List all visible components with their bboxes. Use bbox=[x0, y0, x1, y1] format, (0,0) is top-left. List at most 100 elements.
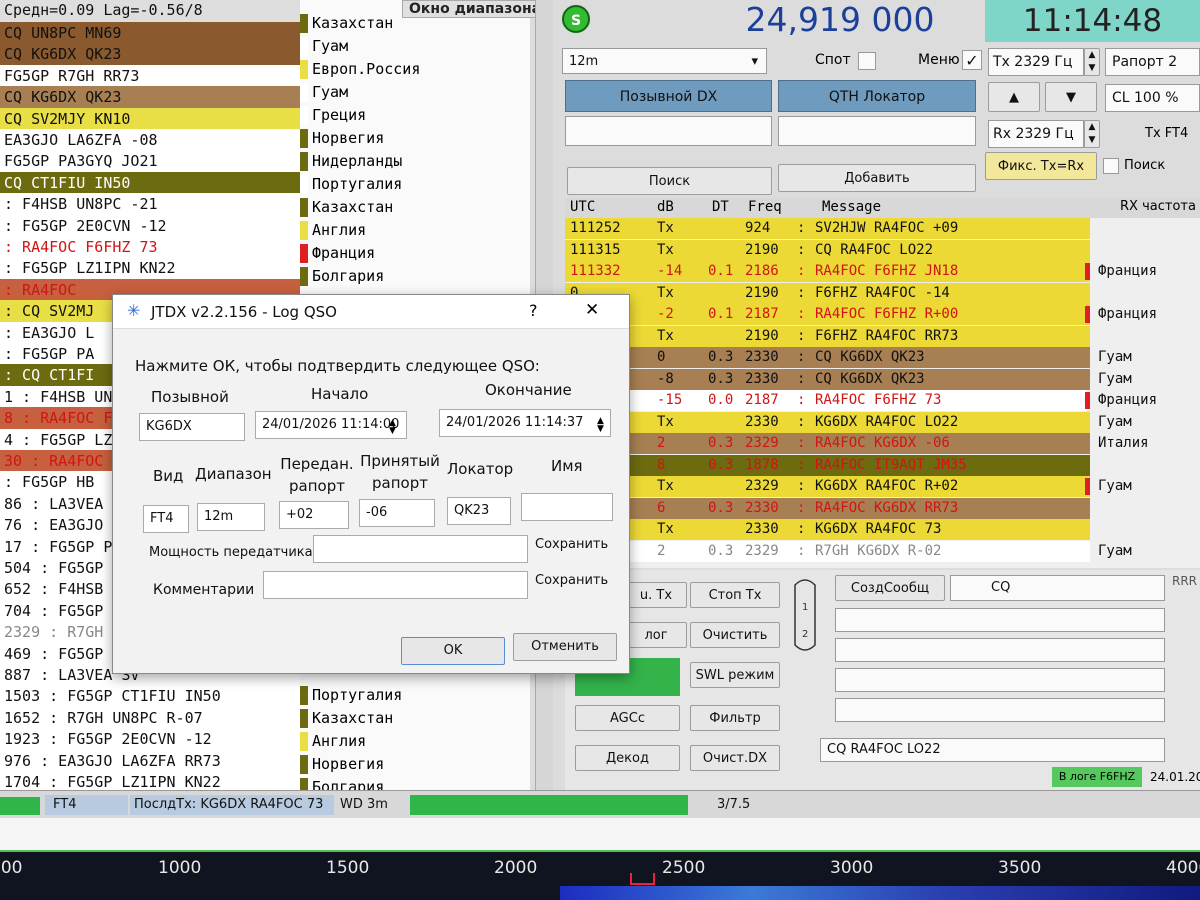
clear-button[interactable]: Очистить bbox=[690, 622, 780, 648]
add-button[interactable]: Добавить bbox=[778, 164, 976, 192]
search-button[interactable]: Поиск bbox=[567, 167, 772, 195]
tx-period-selector-icon[interactable]: 12 bbox=[790, 575, 820, 655]
status-led-icon[interactable]: S bbox=[562, 5, 590, 33]
tx2-message-field[interactable] bbox=[835, 638, 1165, 662]
tx-marker-icon[interactable] bbox=[630, 873, 655, 885]
start-datetime-input[interactable]: 24/01/2026 11:14:00 bbox=[255, 411, 407, 439]
spot-checkbox[interactable] bbox=[858, 52, 876, 70]
filter-button[interactable]: Фильтр bbox=[690, 705, 780, 731]
search-checkbox[interactable] bbox=[1103, 158, 1119, 174]
band-activity-row[interactable]: CQ SV2MJY KN10 bbox=[0, 107, 300, 130]
callsign-input[interactable]: KG6DX bbox=[139, 413, 245, 441]
band-activity-row[interactable]: CQ UN8PC MN69 bbox=[0, 22, 300, 44]
tx-frequency-spinbox[interactable]: Tx 2329 Гц bbox=[988, 48, 1084, 76]
rx-frequency-spinbox[interactable]: Rx 2329 Гц bbox=[988, 120, 1084, 148]
locator-input[interactable]: QK23 bbox=[447, 497, 511, 525]
dx-grid-input[interactable] bbox=[778, 116, 976, 146]
dialog-titlebar[interactable]: ✳ JTDX v2.2.156 - Log QSO ? ✕ bbox=[113, 295, 629, 329]
decode-row[interactable]: 720.32329R7GH KG6DX R-02: bbox=[565, 540, 1090, 562]
band-activity-row[interactable]: : FG5GP 2E0CVN -12 bbox=[0, 214, 300, 237]
log-qso-button[interactable]: лог bbox=[625, 622, 687, 648]
enable-tx-button[interactable]: u. Tx bbox=[625, 582, 687, 608]
band-activity-row[interactable]: EA3GJO LA6ZFA -08 bbox=[0, 129, 300, 151]
band-activity-row[interactable]: 1652 : R7GH UN8PC R-07 bbox=[0, 706, 300, 729]
band-activity-row[interactable]: : RA4FOC F6FHZ 73 bbox=[0, 236, 300, 258]
comments-input[interactable] bbox=[263, 571, 528, 599]
create-message-button[interactable]: СоздСообщ bbox=[835, 575, 945, 601]
decode-row[interactable]: 5Tx2190F6FHZ RA4FOC RR73: bbox=[565, 325, 1090, 347]
band-activity-row[interactable]: 1704 : FG5GP LZ1IPN KN22 bbox=[0, 771, 300, 790]
save-comments-button[interactable]: Сохранить bbox=[535, 573, 608, 588]
band-activity-row[interactable]: CQ KG6DX QK23 bbox=[0, 86, 300, 109]
agc-button[interactable]: AGCc bbox=[575, 705, 680, 731]
stop-tx-button[interactable]: Стоп Tx bbox=[690, 582, 780, 608]
received-report-input[interactable]: -06 bbox=[359, 499, 435, 527]
tx6-message-field[interactable]: CQ bbox=[950, 575, 1165, 601]
decode-row[interactable]: 260.32330RA4FOC KG6DX RR73: bbox=[565, 497, 1090, 519]
decode-row[interactable]: 2-150.02187RA4FOC F6FHZ 73: bbox=[565, 390, 1090, 411]
country-name: Англия bbox=[312, 732, 367, 750]
up-arrow-button[interactable]: ▲ bbox=[988, 82, 1040, 112]
callsign-dx-button[interactable]: Позывной DX bbox=[565, 80, 772, 112]
band-select[interactable]: 12m ▾ bbox=[562, 48, 767, 74]
utc-column-header: UTC bbox=[570, 199, 596, 215]
decode-row[interactable]: 0Tx2330KG6DX RA4FOC LO22: bbox=[565, 411, 1090, 433]
band-activity-row[interactable]: CQ CT1FIU IN50 bbox=[0, 171, 300, 194]
country-color-bar bbox=[300, 221, 308, 240]
decode-row[interactable]: 111332 -14 0.1 2186 RA4FOC F6FHZ JN18: bbox=[565, 261, 1090, 282]
band-activity-row[interactable]: CQ KG6DX QK23 bbox=[0, 43, 300, 66]
dx-call-input[interactable] bbox=[565, 116, 772, 146]
report-spinbox[interactable]: Рапорт 2 bbox=[1105, 48, 1200, 76]
mode-input[interactable]: FT4 bbox=[143, 505, 189, 533]
band-activity-row[interactable]: : FG5GP LZ1IPN KN22 bbox=[0, 257, 300, 280]
decode-country: Гуам bbox=[1085, 476, 1200, 497]
name-input[interactable] bbox=[521, 493, 613, 521]
rx-spin-arrows-icon[interactable]: ▲ ▼ bbox=[1084, 120, 1100, 148]
close-icon[interactable]: ✕ bbox=[585, 300, 599, 320]
clear-dx-button[interactable]: Очист.DX bbox=[690, 745, 780, 771]
frequency-tick-label: 3500 bbox=[998, 858, 1042, 878]
band-activity-row[interactable]: FG5GP PA3GYQ JO21 bbox=[0, 150, 300, 173]
menu-checkbox[interactable]: ✓ bbox=[962, 50, 982, 70]
fix-tx-rx-button[interactable]: Фикс. Tx=Rx bbox=[985, 152, 1097, 180]
decode-row[interactable]: 0Tx2330KG6DX RA4FOC 73: bbox=[565, 519, 1090, 540]
band-activity-row[interactable]: : F4HSB UN8PC -21 bbox=[0, 193, 300, 216]
decode-row[interactable]: 700.32330CQ KG6DX QK23: bbox=[565, 347, 1090, 368]
band-activity-row[interactable]: 1923 : FG5GP 2E0CVN -12 bbox=[0, 728, 300, 751]
help-button[interactable]: ? bbox=[529, 301, 538, 320]
decode-row[interactable]: 7-20.12187RA4FOC F6FHZ R+00: bbox=[565, 304, 1090, 325]
decode-row[interactable]: 111252 Tx 924 SV2HJW RA4FOC +09: bbox=[565, 218, 1090, 239]
down-arrow-button[interactable]: ▼ bbox=[1045, 82, 1097, 112]
decode-table[interactable]: 111252 Tx 924 SV2HJW RA4FOC +09: 111315 Tx 219… bbox=[565, 218, 1200, 568]
band-activity-row[interactable]: 976 : EA3GJO LA6ZFA RR73 bbox=[0, 749, 300, 772]
end-spin-arrows-icon[interactable]: ▲ ▼ bbox=[597, 417, 604, 434]
decode-row[interactable]: 720.32329RA4FOC KG6DX -06: bbox=[565, 433, 1090, 454]
cl-level-field[interactable]: CL 100 % bbox=[1105, 84, 1200, 112]
save-power-button[interactable]: Сохранить bbox=[535, 537, 608, 552]
decode-row[interactable]: 0 Tx 2190 F6FHZ RA4FOC -14: bbox=[565, 282, 1090, 304]
band-activity-row[interactable]: 1503 : FG5GP CT1FIU IN50 bbox=[0, 685, 300, 708]
end-label: Окончание bbox=[485, 381, 572, 399]
tx5-message-field[interactable]: CQ RA4FOC LO22 bbox=[820, 738, 1165, 762]
tx4-message-field[interactable] bbox=[835, 698, 1165, 722]
tx-spin-arrows-icon[interactable]: ▲ ▼ bbox=[1084, 48, 1100, 76]
cancel-button[interactable]: Отменить bbox=[513, 633, 617, 661]
tx3-message-field[interactable] bbox=[835, 668, 1165, 692]
decode-row[interactable]: 5Tx2329KG6DX RA4FOC R+02: bbox=[565, 476, 1090, 497]
decode-row[interactable]: 2-80.32330CQ KG6DX QK23: bbox=[565, 368, 1090, 390]
end-datetime-input[interactable]: 24/01/2026 11:14:37 bbox=[439, 409, 611, 437]
decode-button[interactable]: Декод bbox=[575, 745, 680, 771]
qth-locator-button[interactable]: QTH Локатор bbox=[778, 80, 976, 112]
band-activity-row[interactable]: FG5GP R7GH RR73 bbox=[0, 64, 300, 87]
start-spin-arrows-icon[interactable]: ▲ ▼ bbox=[389, 419, 396, 436]
sent-report-input[interactable]: +02 bbox=[279, 501, 349, 529]
power-input[interactable] bbox=[313, 535, 528, 563]
decode-row[interactable]: 111315 Tx 2190 CQ RA4FOC LO22: bbox=[565, 239, 1090, 261]
swl-mode-button[interactable]: SWL режим bbox=[690, 662, 780, 688]
waterfall-display[interactable]: 500 1000 1500 2000 2500 3000 3500 4000 bbox=[0, 818, 1200, 900]
decode-row[interactable]: 780.31878RA4FOC IT9AQT JM35: bbox=[565, 454, 1090, 476]
tx1-message-field[interactable] bbox=[835, 608, 1165, 632]
band-input[interactable]: 12m bbox=[197, 503, 265, 531]
decode-country-name: Гуам bbox=[1098, 413, 1132, 430]
ok-button[interactable]: OK bbox=[401, 637, 505, 665]
